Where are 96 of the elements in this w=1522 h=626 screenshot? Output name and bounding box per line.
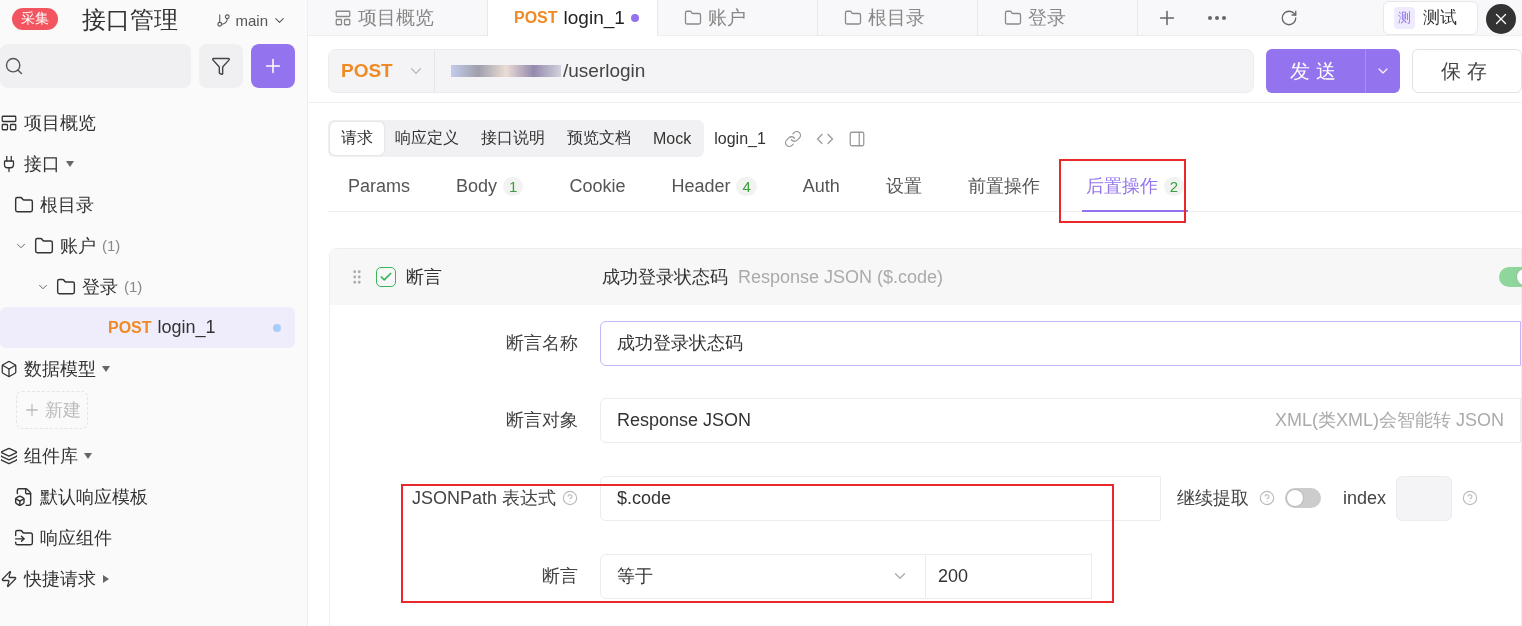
link-icon (783, 129, 802, 148)
branch-icon (216, 12, 232, 28)
doc-tab[interactable]: 请求 (330, 122, 384, 155)
checkbox[interactable] (376, 267, 396, 287)
folder-icon (843, 8, 862, 27)
section-label: 快捷请求 (24, 567, 96, 591)
item-count: (1) (124, 278, 143, 295)
item-label: 根目录 (40, 193, 94, 217)
folder-icon (14, 527, 34, 548)
branch-selector[interactable]: main (216, 11, 287, 29)
app-title: 接口管理 (82, 5, 178, 35)
sidebar-section[interactable]: 接口 (0, 143, 295, 184)
section-icon (0, 359, 18, 378)
param-tab[interactable]: Cookie (565, 162, 630, 212)
sidebar-section[interactable]: 快捷请求 (0, 558, 295, 599)
save-button[interactable]: 保存 (1412, 49, 1522, 93)
item-label: 项目概览 (24, 111, 96, 135)
check-icon (379, 270, 393, 284)
section-label: 组件库 (24, 444, 78, 468)
hint-text: XML(类XML)会智能转 JSON (1274, 409, 1504, 432)
field-label: 断言对象 (505, 409, 579, 432)
help-icon (1462, 490, 1479, 506)
layout-icon (0, 113, 18, 132)
doc-tab[interactable]: 接口说明 (470, 122, 556, 155)
param-tab[interactable]: 设置 (881, 162, 926, 212)
param-tab[interactable]: Header 4 (667, 162, 761, 212)
item-count: (1) (102, 237, 121, 254)
tree-item[interactable]: 默认响应模板 (0, 476, 295, 517)
panel-icon (847, 129, 866, 148)
count-badge: 1 (503, 176, 524, 196)
tree-item[interactable]: 项目概览 (0, 102, 295, 143)
extract-toggle[interactable] (1285, 488, 1321, 508)
add-button[interactable] (251, 44, 295, 88)
method-label: POST (514, 8, 558, 27)
layout-icon (334, 8, 352, 27)
field-label: 断言名称 (505, 332, 579, 355)
param-tab[interactable]: Auth (798, 162, 844, 212)
tree-item[interactable]: 响应组件 (0, 517, 295, 558)
param-tab[interactable]: 前置操作 (963, 162, 1044, 212)
template-icon (14, 486, 34, 507)
environment-selector[interactable]: 测 测试 (1383, 0, 1478, 35)
input-field[interactable]: 成功登录状态码 (600, 320, 1521, 366)
folder-icon (56, 276, 76, 297)
sidebar-section[interactable]: 数据模型 (0, 348, 295, 389)
input-field[interactable]: $.code (600, 475, 1161, 521)
operator-select[interactable]: 等于 (600, 553, 926, 599)
doc-tab[interactable]: Mock (642, 122, 703, 155)
extract-label: 继续提取 (1177, 487, 1249, 510)
doc-name: login_1 (714, 129, 766, 148)
param-tab[interactable]: 后置操作 2 (1081, 162, 1189, 212)
refresh-icon (1280, 8, 1299, 27)
sidebar-section[interactable]: 组件库 (0, 435, 295, 476)
item-label: 登录 (82, 275, 118, 299)
folder-icon (683, 8, 702, 27)
value-field[interactable]: 200 (926, 553, 1092, 599)
item-label: 账户 (60, 234, 96, 258)
field-label: JSONPath 表达式 (330, 486, 600, 510)
select-field[interactable]: Response JSON XML(类XML)会智能转 JSON (600, 397, 1521, 443)
folder-icon (14, 194, 34, 215)
url-field[interactable]: POST /userlogin (328, 49, 1254, 93)
plus-icon (23, 401, 41, 419)
tree-item[interactable]: 登录 (1) (0, 266, 295, 307)
assertion-summary: Response JSON ($.code) (738, 266, 944, 288)
section-label: 接口 (24, 152, 60, 176)
assertion-type: 断言 (406, 266, 443, 289)
tree-item[interactable]: 根目录 (0, 184, 295, 225)
search-field[interactable] (0, 44, 191, 88)
url-text: /userlogin (435, 60, 646, 82)
help-icon (1259, 490, 1275, 506)
item-label: 默认响应模板 (40, 485, 148, 509)
item-label: login_1 (157, 317, 216, 338)
tab[interactable]: POST login_1 (488, 0, 658, 36)
search-icon (4, 56, 24, 76)
section-label: 数据模型 (24, 357, 96, 381)
assertion-name: 成功登录状态码 (602, 266, 728, 289)
field-label: 断言 (541, 565, 579, 588)
item-label: 响应组件 (40, 526, 112, 550)
section-icon (0, 446, 18, 465)
folder-icon (1003, 8, 1022, 27)
method-label: POST (108, 318, 152, 337)
environment-badge: 测 (1394, 6, 1415, 29)
index-label: index (1343, 487, 1387, 509)
param-tab[interactable]: Params (344, 162, 414, 212)
section-icon (0, 569, 18, 588)
more-icon (1207, 15, 1226, 20)
count-badge: 4 (736, 176, 757, 196)
doc-tab[interactable]: 预览文档 (556, 122, 642, 155)
count-badge: 2 (1163, 176, 1185, 196)
param-tab[interactable]: Body 1 (452, 162, 528, 212)
tree-item[interactable]: POST login_1 (0, 307, 295, 348)
folder-icon (34, 235, 54, 256)
doc-tab[interactable]: 响应定义 (384, 122, 470, 155)
filter-button[interactable] (199, 44, 243, 88)
tree-item[interactable]: 账户 (1) (0, 225, 295, 266)
filter-icon (211, 56, 231, 76)
help-icon (562, 490, 578, 506)
